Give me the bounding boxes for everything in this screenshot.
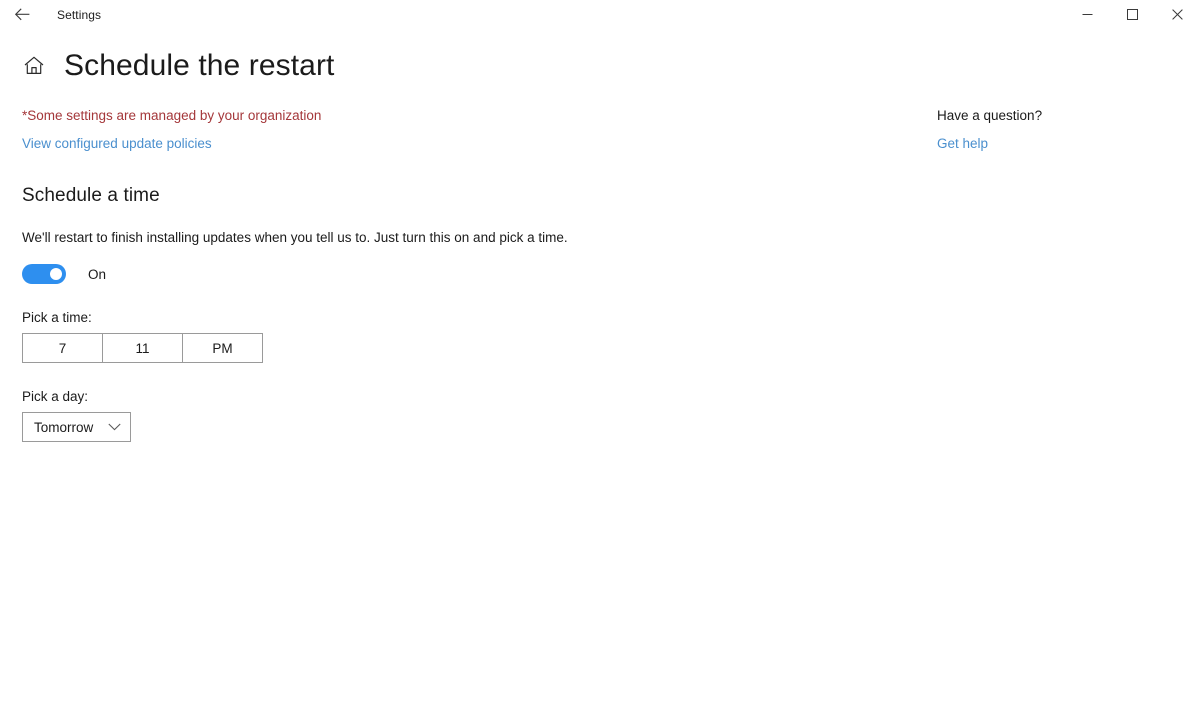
window-controls: [1065, 0, 1200, 29]
section-heading-schedule-a-time: Schedule a time: [22, 185, 160, 207]
page-header: Schedule the restart: [0, 49, 1200, 82]
get-help-link[interactable]: Get help: [937, 134, 988, 154]
help-panel: Have a question? Get help: [937, 106, 1167, 153]
pick-a-time-label: Pick a time:: [22, 310, 92, 326]
minimize-button[interactable]: [1065, 0, 1110, 29]
day-select-value: Tomorrow: [34, 419, 94, 435]
time-picker: 7 11 PM: [22, 333, 263, 364]
schedule-toggle-row: On: [22, 264, 1200, 285]
day-select-dropdown[interactable]: Tomorrow: [22, 412, 131, 443]
home-icon: [24, 56, 44, 80]
help-heading: Have a question?: [937, 108, 1043, 123]
maximize-button[interactable]: [1110, 0, 1155, 29]
chevron-down-icon: [108, 418, 121, 436]
close-button[interactable]: [1155, 0, 1200, 29]
back-button[interactable]: [0, 0, 44, 29]
time-hour-field[interactable]: 7: [22, 333, 103, 364]
back-arrow-icon: [14, 8, 30, 21]
view-configured-update-policies-link[interactable]: View configured update policies: [22, 134, 212, 154]
pick-a-day-label: Pick a day:: [22, 389, 89, 405]
toggle-state-label: On: [88, 266, 107, 282]
main-content: *Some settings are managed by your organ…: [0, 106, 1200, 443]
time-minute-field[interactable]: 11: [103, 333, 183, 364]
close-icon: [1172, 9, 1183, 20]
app-title: Settings: [57, 7, 102, 22]
toggle-knob: [50, 268, 62, 281]
schedule-description: We'll restart to finish installing updat…: [22, 230, 568, 246]
maximize-icon: [1127, 9, 1138, 20]
minimize-icon: [1082, 9, 1093, 20]
home-button[interactable]: [20, 54, 48, 82]
title-bar: Settings: [0, 0, 1200, 29]
time-meridiem-field[interactable]: PM: [183, 333, 263, 364]
page-title: Schedule the restart: [64, 49, 335, 82]
schedule-restart-toggle[interactable]: [22, 264, 66, 285]
